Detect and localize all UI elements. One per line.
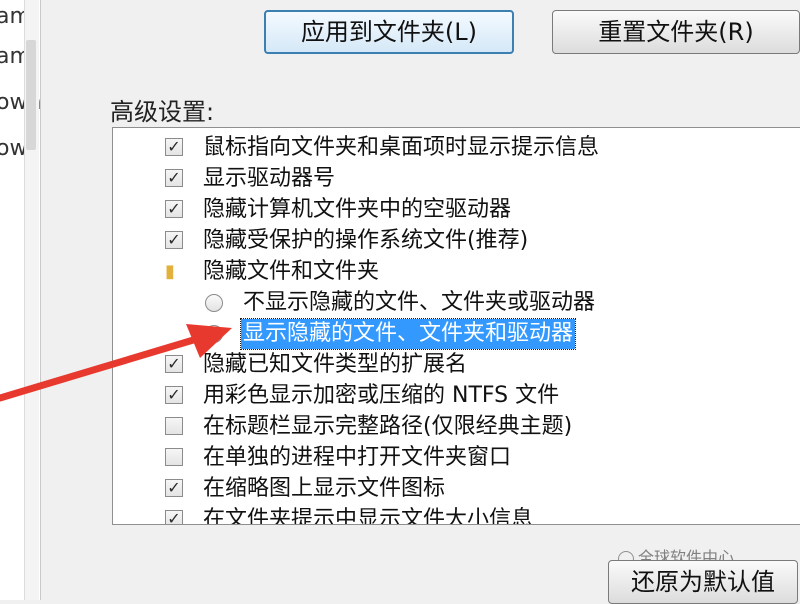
setting-label: 隐藏已知文件类型的扩展名: [203, 352, 468, 377]
setting-label: 鼠标指向文件夹和桌面项时显示提示信息: [203, 135, 600, 160]
setting-label: 显示驱动器号: [203, 166, 336, 191]
apply-to-folders-button[interactable]: 应用到文件夹(L): [264, 10, 514, 54]
setting-label: 在标题栏显示完整路径(仅限经典主题): [203, 414, 573, 439]
folder-icon: ▮: [165, 261, 175, 282]
checkbox-unchecked[interactable]: [165, 448, 183, 466]
checkbox-checked[interactable]: ✓: [165, 169, 183, 187]
annotation-arrow-icon: [0, 324, 232, 402]
nav-scrollbar-thumb[interactable]: [26, 40, 36, 150]
setting-label: 在缩略图上显示文件图标: [203, 476, 446, 501]
setting-label-selected: 显示隐藏的文件、文件夹和驱动器: [239, 318, 577, 350]
restore-defaults-button[interactable]: 还原为默认值: [608, 560, 798, 604]
setting-label: 在文件夹提示中显示文件大小信息: [203, 507, 534, 525]
setting-label: 不显示隐藏的文件、文件夹或驱动器: [243, 290, 596, 315]
radio-unselected[interactable]: [205, 294, 223, 312]
setting-label: 隐藏受保护的操作系统文件(推荐): [203, 228, 529, 253]
reset-folders-button[interactable]: 重置文件夹(R): [552, 10, 800, 54]
setting-label: 隐藏计算机文件夹中的空驱动器: [203, 197, 512, 222]
checkbox-checked[interactable]: ✓: [165, 200, 183, 218]
checkbox-checked[interactable]: ✓: [165, 231, 183, 249]
setting-label: 用彩色显示加密或压缩的 NTFS 文件: [203, 383, 560, 408]
setting-group-label: 隐藏文件和文件夹: [203, 259, 380, 284]
checkbox-checked[interactable]: ✓: [165, 479, 183, 497]
advanced-settings-label: 高级设置:: [110, 98, 215, 126]
checkbox-checked[interactable]: ✓: [165, 138, 183, 156]
setting-label: 在单独的进程中打开文件夹窗口: [203, 445, 512, 470]
navigation-pane: am am own ows: [0, 0, 41, 600]
checkbox-checked[interactable]: ✓: [165, 510, 183, 524]
